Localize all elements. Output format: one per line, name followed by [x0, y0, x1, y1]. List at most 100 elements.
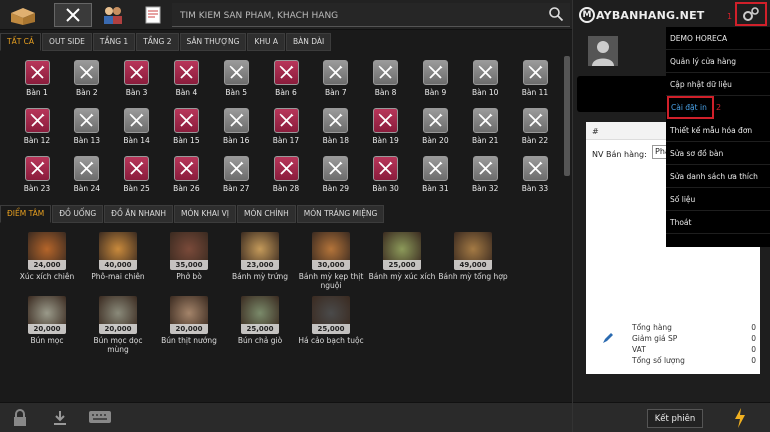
table-item[interactable]: Bàn 32 — [460, 148, 510, 196]
cutlery-icon — [472, 60, 498, 85]
staff-label: NV Bán hàng: — [592, 150, 647, 159]
menu-item[interactable]: Cài đặt in — [667, 96, 714, 119]
table-item[interactable]: Bàn 27 — [211, 148, 261, 196]
table-item[interactable]: Bàn 22 — [510, 100, 560, 148]
table-item[interactable]: Bàn 21 — [460, 100, 510, 148]
area-tab[interactable]: KHU A — [247, 33, 286, 51]
product-item[interactable]: 25,000 Bún chả giò — [225, 290, 295, 345]
menu-item[interactable]: Thoát — [666, 211, 770, 234]
table-item[interactable]: Bàn 31 — [410, 148, 460, 196]
tables-scrollbar[interactable] — [564, 56, 570, 176]
table-item[interactable]: Bàn 23 — [12, 148, 62, 196]
category-tab[interactable]: MÓN KHAI VỊ — [174, 205, 236, 223]
category-tab[interactable]: MÓN CHÍNH — [237, 205, 296, 223]
cutlery-icon — [124, 156, 150, 181]
menu-item[interactable]: Cập nhật dữ liệu — [666, 73, 770, 96]
users-icon[interactable] — [94, 3, 132, 27]
menu-item[interactable]: Thiết kế mẫu hóa đơn — [666, 119, 770, 142]
category-tab[interactable]: ĐỒ ĂN NHANH — [104, 205, 173, 223]
product-item[interactable]: 30,000 Bánh mỳ kẹp thịt nguội — [296, 226, 366, 290]
menu-item[interactable]: Sửa sơ đồ bàn — [666, 142, 770, 165]
total-label: Tổng hàng — [632, 323, 672, 332]
table-item[interactable]: Bàn 8 — [361, 52, 411, 100]
settings-button[interactable] — [735, 2, 767, 26]
menu-item[interactable]: Quản lý cửa hàng — [666, 50, 770, 73]
area-tab[interactable]: TẦNG 1 — [92, 33, 136, 51]
table-label: Bàn 26 — [173, 184, 200, 193]
product-item[interactable]: 49,000 Bánh mỳ tổng hợp — [438, 226, 508, 281]
product-price: 30,000 — [312, 260, 350, 270]
product-name: Bánh mỳ trứng — [231, 272, 289, 281]
table-item[interactable]: Bàn 9 — [410, 52, 460, 100]
table-item[interactable]: Bàn 33 — [510, 148, 560, 196]
product-price: 23,000 — [241, 260, 279, 270]
table-item[interactable]: Bàn 14 — [112, 100, 162, 148]
box-icon[interactable] — [4, 3, 42, 27]
area-tab[interactable]: TẤT CẢ — [0, 33, 42, 51]
table-item[interactable]: Bàn 29 — [311, 148, 361, 196]
table-item[interactable]: Bàn 20 — [410, 100, 460, 148]
end-session-button[interactable]: Kết phiên — [647, 409, 703, 428]
search-input[interactable] — [172, 4, 532, 28]
table-item[interactable]: Bàn 19 — [361, 100, 411, 148]
notes-icon[interactable] — [134, 3, 172, 27]
table-item[interactable]: Bàn 6 — [261, 52, 311, 100]
area-tab[interactable]: BÀN DÀI — [286, 33, 332, 51]
lightning-icon[interactable] — [733, 407, 747, 432]
table-item[interactable]: Bàn 30 — [361, 148, 411, 196]
product-item[interactable]: 24,000 Xúc xích chiên — [12, 226, 82, 281]
annotation-2: 2 — [716, 103, 722, 112]
cutlery-icon[interactable] — [54, 3, 92, 27]
table-label: Bàn 17 — [272, 136, 300, 145]
annotation-1: 1 — [727, 12, 733, 21]
product-item[interactable]: 35,000 Phở bò — [154, 226, 224, 281]
menu-item[interactable]: Sửa danh sách ưa thích — [666, 165, 770, 188]
product-item[interactable]: 25,000 Há cảo bạch tuộc — [296, 290, 366, 345]
table-label: Bàn 19 — [372, 136, 399, 145]
customer-box[interactable] — [577, 76, 671, 112]
category-tab[interactable]: MÓN TRÁNG MIỆNG — [296, 205, 385, 223]
table-item[interactable]: Bàn 13 — [62, 100, 112, 148]
table-item[interactable]: Bàn 18 — [311, 100, 361, 148]
product-item[interactable]: 23,000 Bánh mỳ trứng — [225, 226, 295, 281]
category-tab[interactable]: ĐỒ UỐNG — [52, 205, 104, 223]
area-tab[interactable]: TẦNG 2 — [136, 33, 179, 51]
table-label: Bàn 2 — [75, 88, 98, 97]
table-item[interactable]: Bàn 11 — [510, 52, 560, 100]
product-item[interactable]: 20,000 Bún thịt nướng — [154, 290, 224, 345]
cutlery-icon — [74, 108, 100, 133]
table-item[interactable]: Bàn 25 — [112, 148, 162, 196]
table-item[interactable]: Bàn 28 — [261, 148, 311, 196]
table-item[interactable]: Bàn 7 — [311, 52, 361, 100]
category-tab[interactable]: ĐIỂM TÂM — [0, 205, 52, 223]
product-item[interactable]: 25,000 Bánh mỳ xúc xích — [367, 226, 437, 281]
table-item[interactable]: Bàn 2 — [62, 52, 112, 100]
table-item[interactable]: Bàn 15 — [161, 100, 211, 148]
total-label: Giảm giá SP — [632, 334, 678, 343]
table-item[interactable]: Bàn 26 — [161, 148, 211, 196]
product-price: 40,000 — [99, 260, 137, 270]
download-icon[interactable] — [52, 409, 68, 431]
table-item[interactable]: Bàn 10 — [460, 52, 510, 100]
product-item[interactable]: 40,000 Phô-mai chiên — [83, 226, 153, 281]
menu-item[interactable]: Số liệu — [666, 188, 770, 211]
table-item[interactable]: Bàn 4 — [161, 52, 211, 100]
table-item[interactable]: Bàn 5 — [211, 52, 261, 100]
pen-icon[interactable] — [601, 330, 615, 349]
product-item[interactable]: 20,000 Bún mọc dọc mùng — [83, 290, 153, 354]
table-item[interactable]: Bàn 17 — [261, 100, 311, 148]
area-tab[interactable]: SÂN THƯỢNG — [179, 33, 247, 51]
table-item[interactable]: Bàn 24 — [62, 148, 112, 196]
product-item[interactable]: 20,000 Bún mọc — [12, 290, 82, 345]
table-label: Bàn 3 — [125, 88, 148, 97]
table-item[interactable]: Bàn 12 — [12, 100, 62, 148]
cutlery-icon — [422, 60, 448, 85]
lock-icon[interactable] — [12, 409, 28, 431]
keyboard-icon[interactable] — [88, 409, 112, 429]
cutlery-icon — [422, 156, 448, 181]
search-icon[interactable] — [548, 6, 564, 26]
table-item[interactable]: Bàn 3 — [112, 52, 162, 100]
table-item[interactable]: Bàn 16 — [211, 100, 261, 148]
area-tab[interactable]: OUT SIDE — [42, 33, 92, 51]
table-item[interactable]: Bàn 1 — [12, 52, 62, 100]
